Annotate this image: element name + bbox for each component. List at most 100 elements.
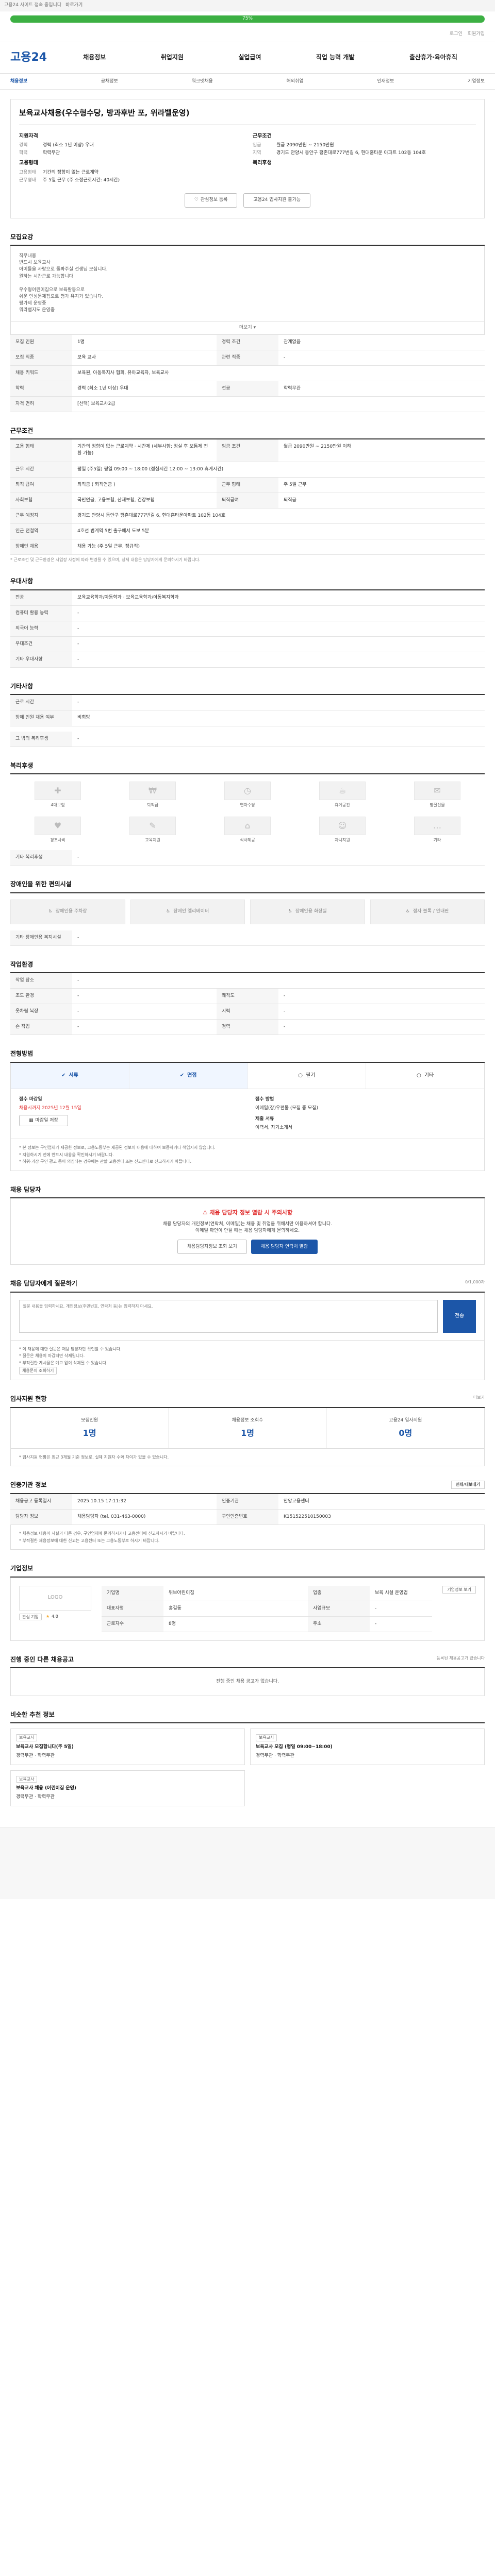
scrap-button[interactable]: ♡ 관심정보 등록 <box>184 193 238 208</box>
table-row: 사회보험 국민연금, 고용보험, 산재보험, 건강보험 퇴직급여 퇴직금 <box>10 493 485 509</box>
method-step-label: 면접 <box>187 1072 197 1078</box>
disabled-other: 기타 장애인용 복지시설 - <box>10 930 485 946</box>
row-key: 근무 시간 <box>10 462 72 478</box>
subnav-item[interactable]: 기업정보 <box>468 78 485 85</box>
company-table: 기업명 위브어린이집 업종 보육 시설 운영업 대표자명 홍길동 사업규모 - 근로자수 8명 주소… <box>102 1585 433 1632</box>
welfare-label: 자녀지원 <box>335 837 350 842</box>
reco-card[interactable]: 보육교사 보육교사 모집합니다(주 5일) 경력무관 · 학력무관 <box>10 1728 245 1765</box>
method-step-label: 서류 <box>69 1072 78 1078</box>
mini-nav-link[interactable]: 로그인 <box>450 31 463 38</box>
welfare-other-value: - <box>72 850 485 866</box>
row-key: 임금 조건 <box>217 439 278 462</box>
table-row: 근무 예정지 경기도 안양시 동안구 평촌대로777번길 6, 현대홈타운아파트 … <box>10 508 485 524</box>
qa-send-button[interactable]: 전송 <box>443 1299 476 1333</box>
site-logo[interactable]: 고용24 <box>10 49 56 66</box>
subnav-item[interactable]: 워크넷채용 <box>191 78 212 85</box>
reco-section: 비슷한 추천 정보 보육교사 보육교사 모집합니다(주 5일) 경력무관 · 학력무… <box>10 1710 485 1806</box>
gnb-item[interactable]: 직업 능력 개발 <box>316 53 355 62</box>
table-row: 모집 인원 1명 경력 조건 관계없음 <box>10 334 485 350</box>
table-row: 고용 형태 기간의 정함이 없는 근로계약 · 시간제 (세부사항: 정실 후 보… <box>10 439 485 462</box>
mini-nav-link[interactable]: 회원가입 <box>468 31 485 38</box>
welfare-item: ⌂ 식사제공 <box>200 816 295 843</box>
prefer-table: 전공 보육교육학과/아동학과 · 보육교육학과/아동복지학과 컴퓨터 활용 능력 - 외… <box>10 590 485 668</box>
contact-alert-text: 채용 담당자 정보 열람 시 주의사항 <box>209 1209 293 1216</box>
row-value: - <box>72 652 485 668</box>
row-value: - <box>278 988 485 1005</box>
welfare-label: 식사제공 <box>240 837 255 842</box>
qa-title-text: 채용 담당자에게 질문하기 <box>10 1280 77 1287</box>
etc-title: 기타사항 <box>10 682 485 696</box>
subnav-item[interactable]: 채용정보 <box>10 78 27 85</box>
facility-card: ♿ 장애인 엘리베이터 <box>130 899 245 924</box>
reco-card[interactable]: 보육교사 보육교사 채용 (어린이집 운영) 경력무관 · 학력무관 <box>10 1770 245 1806</box>
similar-title-text: 진행 중인 다른 채용공고 <box>10 1655 74 1663</box>
reco-tag: 보육교사 <box>16 1775 38 1783</box>
reco-tag: 보육교사 <box>256 1734 277 1742</box>
contact-alert: ⚠ 채용 담당자 정보 열람 시 주의사항 채용 담당자의 개인정보(연락처, … <box>10 1198 485 1265</box>
gnb-item[interactable]: 출산휴가·육아휴직 <box>409 53 457 62</box>
table-row: 근로자수 8명 주소 - <box>102 1616 433 1632</box>
row-value: 보육 시설 운영업 <box>370 1585 433 1601</box>
welfare-label: 기타 <box>433 837 441 842</box>
subnav-item[interactable]: 인재정보 <box>377 78 394 85</box>
contact-desc1: 채용 담당자의 개인정보(연락처, 이메일)는 채용 및 취업을 위해서만 이용… <box>162 1222 333 1227</box>
row-value: - <box>72 695 485 711</box>
qa-section: 채용 담당자에게 질문하기 0/1,000자 전송 * 이 채용에 대한 질문은 … <box>10 1279 485 1381</box>
row-value: 보육 교사 <box>72 350 217 366</box>
recruit-line <box>19 280 476 287</box>
row-value: 학력무관 <box>278 381 485 397</box>
check-icon: ✔ <box>179 1072 185 1078</box>
print-button[interactable]: 인쇄/내보내기 <box>451 1481 485 1489</box>
job-header: 보육교사채용(우수형수당, 방과후반 포, 위라밸운영) 지원자격 경력 경력 (… <box>10 99 485 218</box>
row-key: 외국어 능력 <box>10 621 72 637</box>
reco-meta: 경력무관 · 학력무관 <box>256 1753 294 1758</box>
star-icon: ★ <box>45 1614 50 1619</box>
gnb-item[interactable]: 취업지원 <box>161 53 184 62</box>
summary-value: 경기도 안양시 동안구 평촌대로777번길 6, 현대홈타운 아파트 102동 … <box>276 150 426 156</box>
row-key: 우대조건 <box>10 636 72 652</box>
deadline-heading: 접수 마감일 <box>19 1097 42 1103</box>
row-value: 퇴직금 ( 퇴직연금 ) <box>72 477 217 493</box>
qa-list-button[interactable]: 채용문의 조회하기 <box>19 1366 57 1375</box>
welfare-title: 복리후생 <box>10 761 485 774</box>
row-key: 주소 <box>308 1616 370 1632</box>
similar-title: 진행 중인 다른 채용공고 등록된 채용공고가 없습니다 <box>10 1655 485 1669</box>
row-key: 사업규모 <box>308 1601 370 1617</box>
applicant-title: 입사지원 현황 더보기 <box>10 1395 485 1408</box>
chevron-down-icon: ▾ <box>252 325 256 330</box>
company-fav-button[interactable]: 관심 기업 <box>19 1613 42 1621</box>
welfare-icons: ✚ 4대보험 ₩ 퇴직금 ◷ 연차수당 ☕ 휴게공간 ✉ 명절선물 ♥ 경조사비 ✎ 교육지원 ⌂ 식사제공 ☺… <box>10 774 485 850</box>
table-row: 근로 시간 - <box>10 695 485 711</box>
gnb-item[interactable]: 채용정보 <box>83 53 106 62</box>
welfare-other: 기타 복리후생 - <box>10 850 485 866</box>
note-line: * 이 채용에 대한 질문은 채용 담당자만 확인할 수 있습니다. <box>19 1346 122 1351</box>
summary-heading-welfare: 복리후생 <box>253 160 272 166</box>
welfare-item: ₩ 퇴직금 <box>105 781 200 808</box>
contact-open-button[interactable]: 채용 담당자 연락처 열람 <box>251 1240 318 1255</box>
welfare-section: 복리후생 ✚ 4대보험 ₩ 퇴직금 ◷ 연차수당 ☕ 휴게공간 ✉ 명절선물 ♥ 경조사비 ✎ 교육지원 ⌂… <box>10 761 485 866</box>
reco-card[interactable]: 보육교사 보육교사 모집 (평일 09:00~18:00) 경력무관 · 학력무관 <box>250 1728 485 1765</box>
facility-label: 장애인용 주차장 <box>55 909 87 914</box>
subnav-item[interactable]: 해외취업 <box>286 78 303 85</box>
summary-row: 근무형태 주 5일 근무 (주 소정근로시간: 40시간) <box>19 177 242 184</box>
gnb-item[interactable]: 실업급여 <box>238 53 261 62</box>
qa-input[interactable] <box>19 1299 438 1333</box>
subnav-item[interactable]: 공채정보 <box>101 78 118 85</box>
job-actions: ♡ 관심정보 등록 고용24 입사지원 불가능 <box>19 193 476 208</box>
applicant-title-text: 입사지원 현황 <box>10 1395 47 1403</box>
row-key: 인근 전철역 <box>10 523 72 539</box>
apply-button[interactable]: 고용24 입사지원 불가능 <box>243 193 311 208</box>
recruit-more-button[interactable]: 더보기 ▾ <box>10 321 485 335</box>
top-notice-link[interactable]: 바로가기 <box>65 2 82 9</box>
summary-heading-qual: 지원자격 <box>19 133 38 139</box>
welfare-label: 명절선물 <box>430 802 445 807</box>
applicant-more-link[interactable]: 더보기 <box>473 1395 485 1401</box>
stat-label: 고용24 입사지원 <box>389 1417 422 1423</box>
manager-section: 인증기관 정보 인쇄/내보내기 채용공고 등록일시 2025.10.15 17:11… <box>10 1481 485 1550</box>
row-key: 퇴직 급여 <box>10 477 72 493</box>
qa-form: 전송 <box>10 1292 485 1341</box>
reco-title: 보육교사 채용 (어린이집 운영) <box>16 1785 76 1791</box>
company-info-button[interactable]: 기업정보 보기 <box>442 1585 476 1594</box>
deadline-save-button[interactable]: ▦ 마감일 저장 <box>19 1115 68 1127</box>
contact-view-button[interactable]: 채용담당자정보 조회 보기 <box>177 1240 247 1255</box>
